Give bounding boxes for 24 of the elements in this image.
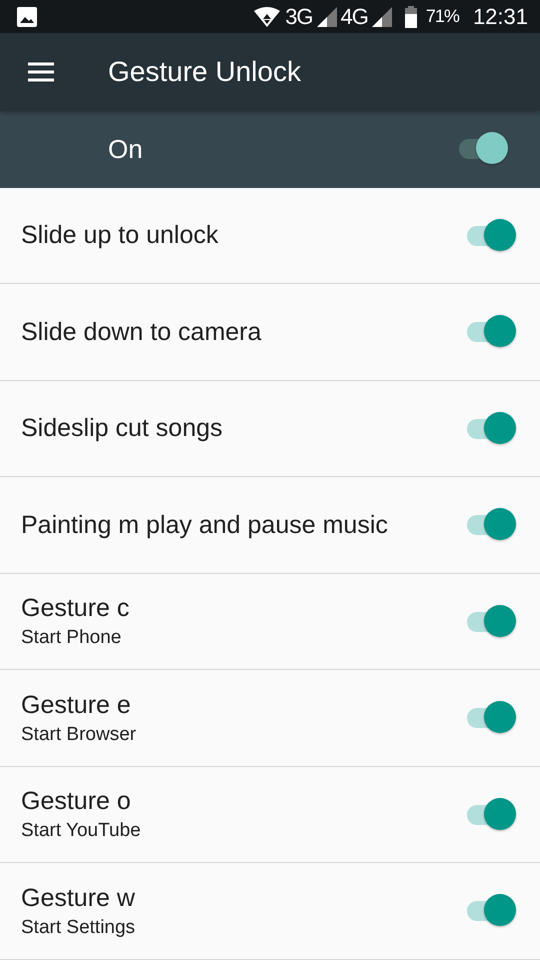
setting-subtitle: Start Browser [21, 724, 138, 746]
wifi-icon [253, 6, 282, 28]
setting-title: Slide down to camera [21, 318, 262, 347]
setting-title: Gesture o [21, 787, 132, 816]
menu-button[interactable] [26, 60, 56, 83]
network-type: 3G [285, 4, 313, 30]
setting-title: Gesture e [21, 690, 132, 720]
battery-percentage: 71% [426, 6, 459, 28]
battery-icon [404, 6, 418, 28]
master-switch-label: On [108, 134, 144, 165]
setting-title: Sideslip cut songs [21, 414, 224, 444]
image-icon [16, 6, 38, 28]
setting-title: Painting m play and pause music [21, 510, 389, 540]
setting-subtitle: Start Settings [21, 916, 136, 939]
signal-icon [316, 6, 337, 27]
setting-title: Slide up to unlock [21, 221, 220, 250]
toolbar-title: Gesture Unlock [108, 56, 301, 88]
clock: 12:31 [472, 4, 528, 30]
setting-subtitle: Start Phone [21, 627, 122, 650]
signal-icon [372, 6, 392, 27]
setting-title: Gesture c [21, 594, 130, 624]
network-type: 4G [340, 4, 368, 30]
setting-subtitle: Start YouTube [21, 820, 142, 842]
setting-title: Gesture w [21, 884, 136, 913]
